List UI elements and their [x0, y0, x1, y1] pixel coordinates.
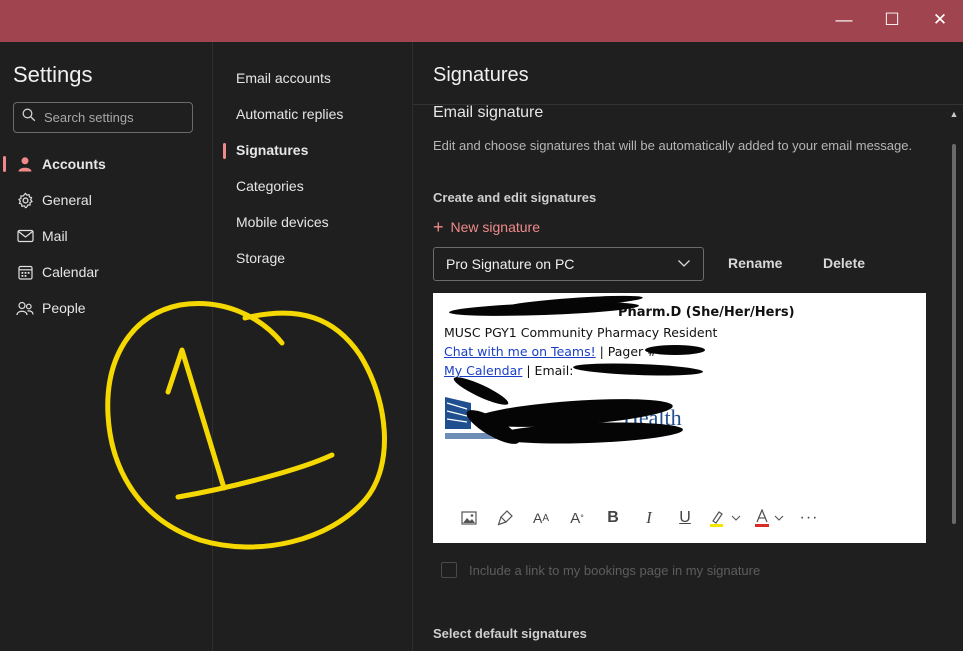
- selected-signature: Pro Signature on PC: [446, 256, 575, 272]
- gear-icon: [16, 191, 34, 209]
- scrollbar[interactable]: ▲: [949, 108, 959, 651]
- plus-icon: +: [433, 217, 444, 237]
- rename-button[interactable]: Rename: [728, 255, 782, 271]
- bookings-label: Include a link to my bookings page in my…: [469, 562, 761, 578]
- active-indicator: [223, 143, 226, 159]
- minimize-button[interactable]: —: [820, 0, 868, 40]
- more-options-icon[interactable]: ···: [791, 505, 827, 531]
- sub-item-categories[interactable]: Categories: [213, 170, 412, 202]
- nav-label: Calendar: [42, 264, 99, 280]
- page-title: Signatures: [433, 64, 529, 86]
- nav-label: Mail: [42, 228, 68, 244]
- signature-select[interactable]: Pro Signature on PC: [433, 247, 704, 281]
- signature-name-line: Pharm.D (She/Her/Hers): [618, 305, 795, 320]
- description-text: Edit and choose signatures that will be …: [433, 138, 913, 153]
- maximize-button[interactable]: ☐: [868, 0, 916, 40]
- format-painter-icon[interactable]: [487, 505, 523, 531]
- italic-icon[interactable]: I: [631, 505, 667, 531]
- new-signature-label: New signature: [450, 219, 541, 235]
- nav-item-people[interactable]: People: [0, 292, 212, 324]
- new-signature-button[interactable]: + New signature: [433, 218, 540, 236]
- email-text: | Email:: [526, 363, 574, 378]
- signature-teams-line: Chat with me on Teams! | Pager #: [444, 344, 658, 359]
- nav-item-general[interactable]: General: [0, 184, 212, 216]
- section-title: Email signature: [433, 104, 544, 121]
- mail-icon: [16, 227, 34, 245]
- teams-chat-link[interactable]: Chat with me on Teams!: [444, 344, 596, 359]
- sub-item-mobile-devices[interactable]: Mobile devices: [213, 206, 412, 238]
- signature-editor[interactable]: Pharm.D (She/Her/Hers) MUSC PGY1 Communi…: [433, 293, 926, 543]
- person-icon: [16, 155, 34, 173]
- search-input[interactable]: [44, 110, 184, 125]
- sub-item-storage[interactable]: Storage: [213, 242, 412, 274]
- signature-calendar-line: My Calendar | Email:: [444, 363, 573, 378]
- nav-item-mail[interactable]: Mail: [0, 220, 212, 252]
- nav-label: General: [42, 192, 92, 208]
- font-color-icon[interactable]: [747, 505, 791, 531]
- nav-item-calendar[interactable]: Calendar: [0, 256, 212, 288]
- close-button[interactable]: ✕: [916, 0, 963, 40]
- sub-item-signatures[interactable]: Signatures: [213, 134, 412, 166]
- calendar-link[interactable]: My Calendar: [444, 363, 522, 378]
- bookings-option[interactable]: Include a link to my bookings page in my…: [441, 562, 760, 578]
- settings-title: Settings: [13, 62, 93, 87]
- nav-label: People: [42, 300, 86, 316]
- chevron-down-icon: [677, 256, 691, 273]
- highlight-icon[interactable]: [703, 505, 747, 531]
- nav-item-accounts[interactable]: Accounts: [0, 148, 212, 180]
- search-box[interactable]: [13, 102, 193, 133]
- default-signatures-heading: Select default signatures: [433, 626, 587, 641]
- search-icon: [22, 108, 36, 127]
- underline-icon[interactable]: U: [667, 505, 703, 531]
- signatures-pane: Signatures Email signature Edit and choo…: [413, 42, 963, 651]
- scrollbar-thumb[interactable]: [952, 144, 956, 524]
- delete-button[interactable]: Delete: [823, 255, 865, 271]
- bookings-checkbox[interactable]: [441, 562, 457, 578]
- calendar-icon: [16, 263, 34, 281]
- settings-sidebar: Settings Accounts General Mail Calendar: [0, 42, 213, 651]
- sub-item-email-accounts[interactable]: Email accounts: [213, 62, 412, 94]
- sub-item-label: Signatures: [236, 142, 309, 158]
- accounts-submenu: Email accounts Automatic replies Signatu…: [213, 42, 413, 651]
- text-effects-icon[interactable]: A °: [559, 505, 595, 531]
- insert-image-icon[interactable]: [451, 505, 487, 531]
- title-bar: — ☐ ✕: [0, 0, 963, 42]
- font-size-icon[interactable]: AA: [523, 505, 559, 531]
- scroll-up-icon[interactable]: ▲: [949, 108, 959, 120]
- bold-icon[interactable]: B: [595, 505, 631, 531]
- nav-label: Accounts: [42, 156, 106, 172]
- sub-item-automatic-replies[interactable]: Automatic replies: [213, 98, 412, 130]
- people-icon: [16, 299, 34, 317]
- active-indicator: [3, 156, 6, 172]
- create-edit-heading: Create and edit signatures: [433, 190, 597, 205]
- redaction-mark: [645, 345, 705, 355]
- signature-title-line: MUSC PGY1 Community Pharmacy Resident: [444, 325, 718, 340]
- redaction-mark: [572, 361, 704, 378]
- formatting-toolbar: AA A ° B I U ···: [451, 505, 827, 531]
